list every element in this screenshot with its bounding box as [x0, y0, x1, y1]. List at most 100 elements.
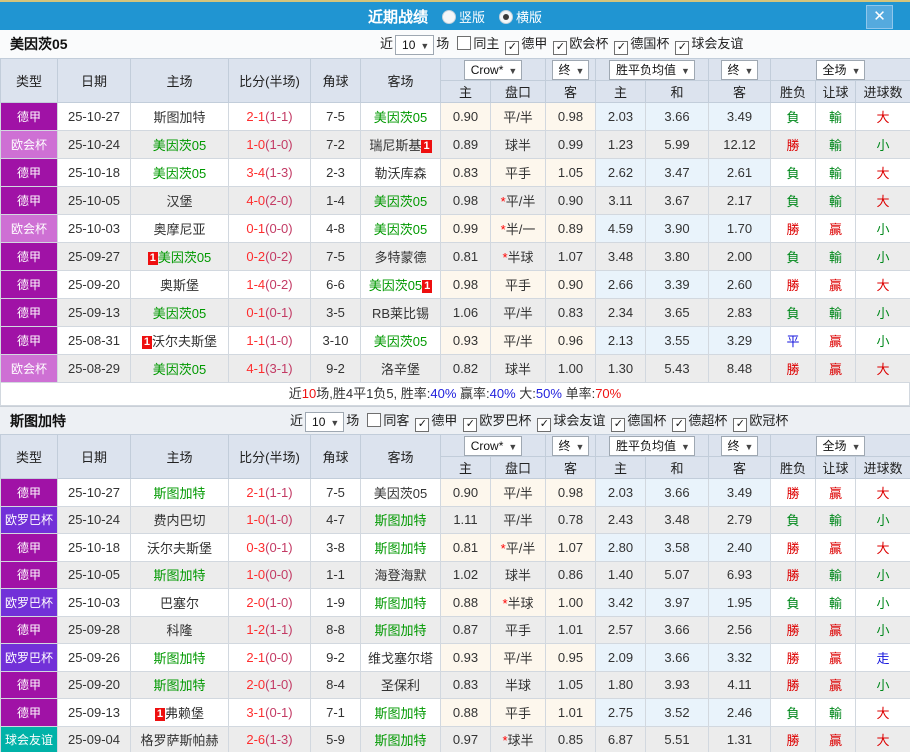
score-cell: 0-3(0-1) — [228, 533, 311, 562]
away-team-name[interactable]: 瑞尼斯基 — [369, 138, 421, 153]
league-checkbox[interactable]: ✓ — [553, 41, 568, 55]
league-type-cell: 欧会杯 — [0, 354, 58, 383]
home-team-cell: 奥摩尼亚 — [130, 214, 229, 243]
home-team-name[interactable]: 奥摩尼亚 — [153, 222, 205, 237]
avg-away-cell: 8.48 — [708, 354, 771, 383]
home-team-name[interactable]: 美因茨05 — [153, 138, 206, 153]
away-team-name[interactable]: 美因茨05 — [369, 278, 422, 293]
away-team-name[interactable]: 美因茨05 — [374, 194, 427, 209]
away-team-name[interactable]: 美因茨05 — [374, 222, 427, 237]
fulltime-score: 1-4 — [246, 277, 266, 292]
away-team-name[interactable]: RB莱比锡 — [372, 306, 429, 321]
same-venue-checkbox[interactable] — [367, 413, 382, 427]
match-date: 25-10-24 — [57, 130, 131, 159]
home-team-cell: 1 美因茨05 — [130, 242, 229, 271]
league-type-cell: 欧会杯 — [0, 130, 58, 159]
league-checkbox[interactable]: ✓ — [614, 41, 629, 55]
home-team-name[interactable]: 奥斯堡 — [160, 278, 199, 293]
away-team-name[interactable]: 斯图加特 — [374, 596, 426, 611]
home-odds-cell: 0.83 — [440, 158, 491, 187]
period-select[interactable]: 全场 ▼ — [815, 435, 866, 456]
away-team-name[interactable]: 洛辛堡 — [381, 362, 420, 377]
league-checkbox[interactable]: ✓ — [505, 41, 520, 55]
handicap-result-cell: 輸 — [815, 298, 856, 327]
away-team-name[interactable]: 维戈塞尔塔 — [368, 651, 433, 666]
league-checkbox[interactable]: ✓ — [537, 418, 552, 432]
final-avg-select[interactable]: 终 ▼ — [720, 59, 759, 80]
league-checkbox[interactable]: ✓ — [415, 418, 430, 432]
team-section: 斯图加特近 10 ▼ 场同客 ✓ 德甲 ✓ 欧罗巴杯 ✓ 球会友谊 ✓ 德国杯 ✓ 德超杯 ✓ 欧冠杯 类型 日期… — [0, 406, 910, 752]
final-odds-select[interactable]: 终 ▼ — [551, 435, 590, 456]
halftime-score: (3-1) — [265, 361, 293, 376]
away-team-name[interactable]: 美因茨05 — [374, 486, 427, 501]
avg-odds-select[interactable]: 胜平负均值 ▼ — [609, 435, 695, 456]
home-team-name[interactable]: 斯图加特 — [153, 568, 205, 583]
away-team-name[interactable]: 海登海默 — [374, 568, 426, 583]
match-row: 德甲 25-09-13 美因茨05 0-1(0-1) 3-5 RB莱比锡 1.06 平/半 0.… — [0, 298, 910, 327]
match-count-select[interactable]: 10 ▼ — [395, 34, 435, 55]
handicap-result-cell: 輸 — [815, 158, 856, 187]
match-count-select[interactable]: 10 ▼ — [305, 411, 345, 432]
away-team-name[interactable]: 圣保利 — [381, 678, 420, 693]
match-filters: 近 10 ▼ 场同主 ✓ 德甲 ✓ 欧会杯 ✓ 德国杯 ✓ 球会友谊 — [378, 30, 743, 57]
home-team-name[interactable]: 美因茨05 — [153, 306, 206, 321]
home-team-name[interactable]: 美因茨05 — [153, 166, 206, 181]
layout-radio-vertical[interactable]: 竖版 — [434, 7, 485, 26]
home-team-name[interactable]: 美因茨05 — [158, 250, 211, 265]
score-cell: 3-1(0-1) — [228, 698, 311, 727]
away-team-name[interactable]: 斯图加特 — [374, 733, 426, 748]
home-team-name[interactable]: 科隆 — [166, 623, 192, 638]
match-row: 德甲 25-10-05 斯图加特 1-0(0-0) 1-1 海登海默 1.02 球半 0.86 1… — [0, 560, 910, 589]
away-team-name[interactable]: 斯图加特 — [374, 623, 426, 638]
home-team-name[interactable]: 斯图加特 — [153, 678, 205, 693]
league-checkbox[interactable]: ✓ — [672, 418, 687, 432]
away-team-name[interactable]: 斯图加特 — [374, 513, 426, 528]
column-subheader: 主 — [440, 456, 491, 479]
home-team-name[interactable]: 沃尔夫斯堡 — [152, 334, 217, 349]
home-team-name[interactable]: 美因茨05 — [153, 362, 206, 377]
bookmaker-select[interactable]: Crow* ▼ — [463, 59, 523, 80]
odds-source-header: 全场 ▼ — [769, 434, 910, 457]
away-team-name[interactable]: 美因茨05 — [374, 334, 427, 349]
score-cell: 1-2(1-1) — [228, 615, 311, 644]
select-value: Crow* — [470, 438, 504, 453]
final-avg-select[interactable]: 终 ▼ — [720, 435, 759, 456]
summary-segment: 40% — [489, 386, 516, 401]
team-section: 美因茨05 近 10 ▼ 场同主 ✓ 德甲 ✓ 欧会杯 ✓ 德国杯 ✓ 球会友谊 类型 日期 主场 比分(半场)… — [0, 30, 910, 406]
home-team-name[interactable]: 弗赖堡 — [165, 706, 204, 721]
away-team-name[interactable]: 勒沃库森 — [374, 166, 426, 181]
home-team-name[interactable]: 斯图加特 — [153, 651, 205, 666]
home-team-name[interactable]: 费内巴切 — [153, 513, 205, 528]
league-checkbox[interactable]: ✓ — [463, 418, 478, 432]
period-select[interactable]: 全场 ▼ — [815, 59, 866, 80]
away-team-name[interactable]: 美因茨05 — [374, 110, 427, 125]
home-team-cell: 格罗萨斯帕赫 — [130, 725, 229, 752]
away-team-name[interactable]: 多特蒙德 — [374, 250, 426, 265]
bookmaker-select[interactable]: Crow* ▼ — [463, 435, 523, 456]
home-team-name[interactable]: 沃尔夫斯堡 — [147, 541, 212, 556]
league-type-cell: 德甲 — [0, 298, 58, 327]
final-odds-select[interactable]: 终 ▼ — [551, 59, 590, 80]
home-team-name[interactable]: 巴塞尔 — [160, 596, 199, 611]
same-venue-checkbox[interactable] — [457, 36, 472, 50]
handicap-value: 平/半 — [503, 306, 533, 321]
corners-cell: 8-8 — [310, 615, 361, 644]
home-team-name[interactable]: 斯图加特 — [153, 486, 205, 501]
select-value: 终 — [727, 62, 740, 77]
away-team-cell: 维戈塞尔塔 — [360, 643, 441, 672]
away-team-name[interactable]: 斯图加特 — [374, 706, 426, 721]
league-checkbox[interactable]: ✓ — [611, 418, 626, 432]
match-date: 25-10-18 — [57, 158, 131, 187]
league-checkbox[interactable]: ✓ — [733, 418, 748, 432]
home-team-name[interactable]: 格罗萨斯帕赫 — [140, 733, 218, 748]
league-checkbox[interactable]: ✓ — [675, 41, 690, 55]
close-icon[interactable]: ✕ — [866, 5, 893, 29]
avg-odds-select[interactable]: 胜平负均值 ▼ — [609, 59, 695, 80]
home-team-name[interactable]: 汉堡 — [166, 194, 192, 209]
stats-summary: 近10场,胜4平1负5, 胜率:40% 赢率:40% 大:50% 单率:70% — [0, 383, 910, 406]
layout-radio-horizontal[interactable]: 横版 — [491, 7, 542, 26]
home-team-name[interactable]: 斯图加特 — [153, 110, 205, 125]
away-team-cell: 斯图加特 — [360, 505, 441, 534]
match-row: 欧罗巴杯 25-10-03 巴塞尔 2-0(1-0) 1-9 斯图加特 0.88 *半球 1.0… — [0, 588, 910, 617]
away-team-name[interactable]: 斯图加特 — [374, 541, 426, 556]
